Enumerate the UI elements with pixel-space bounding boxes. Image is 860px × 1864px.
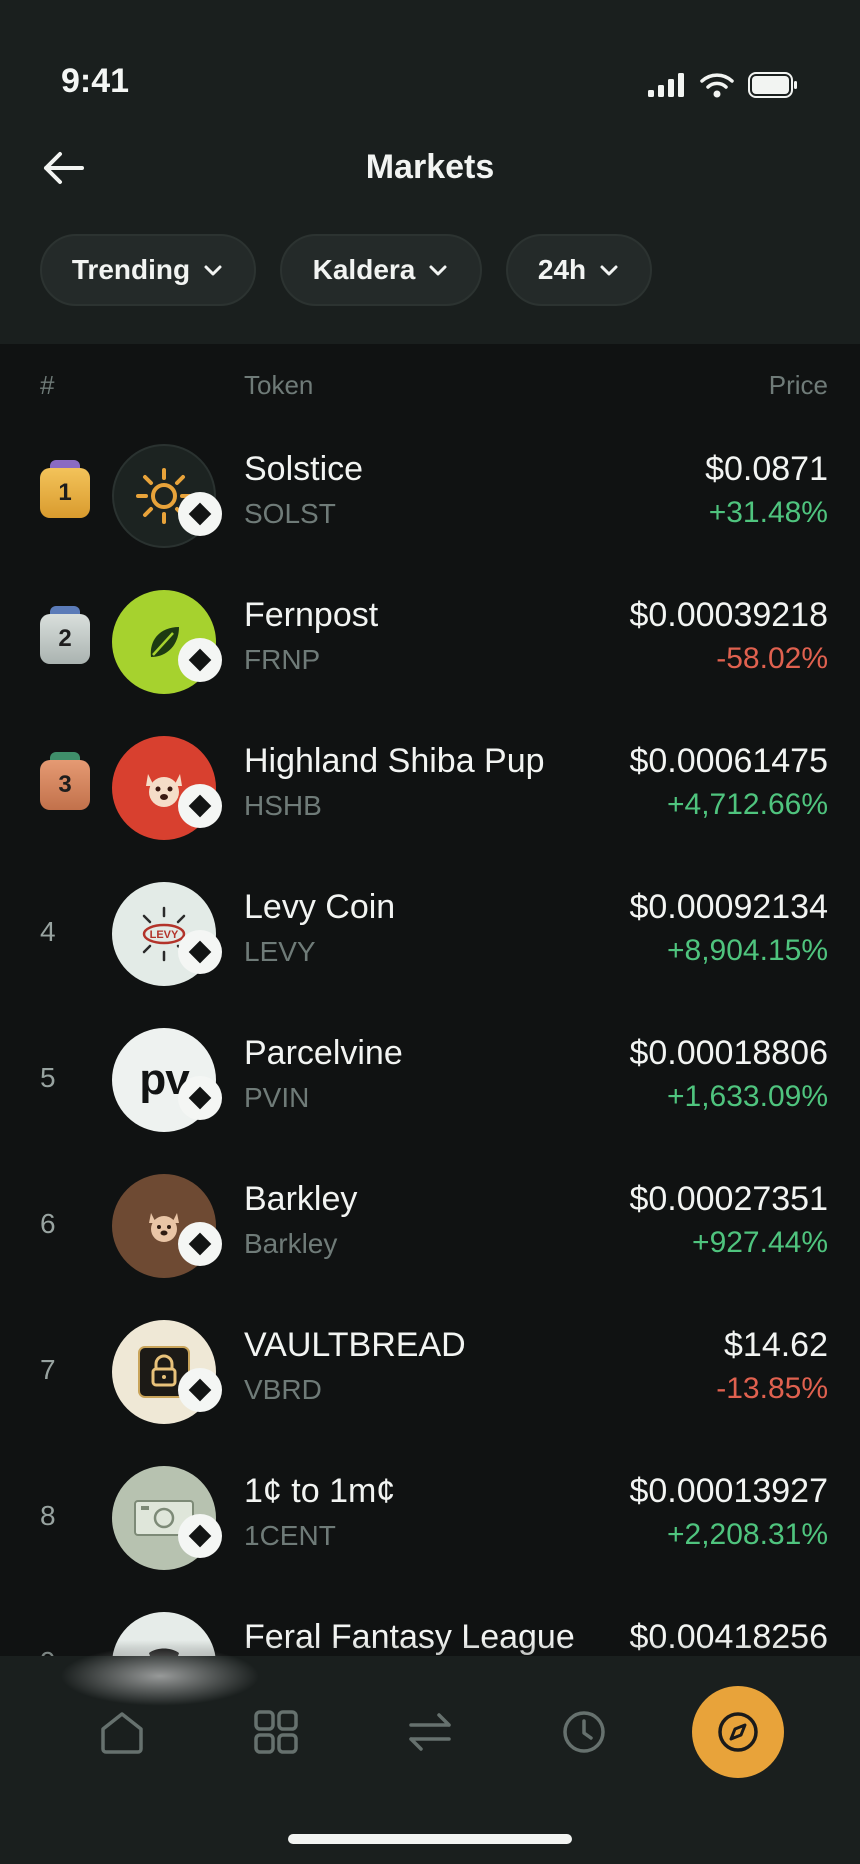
filter-timeframe[interactable]: 24h bbox=[506, 234, 652, 306]
token-change: +927.44% bbox=[692, 1226, 828, 1259]
home-icon bbox=[101, 1712, 143, 1754]
token-row-1cent[interactable]: 8 1¢ to 1m¢ 1CENT $0.00013927 +2,208.31% bbox=[0, 1446, 860, 1592]
token-price: $0.00061475 bbox=[629, 742, 828, 780]
token-symbol: Barkley bbox=[244, 1228, 338, 1259]
nav-history[interactable] bbox=[554, 1702, 614, 1762]
home-indicator bbox=[288, 1834, 572, 1844]
bottom-nav bbox=[0, 1646, 860, 1864]
token-symbol: HSHB bbox=[244, 790, 322, 821]
token-name: Parcelvine bbox=[244, 1034, 403, 1072]
token-price: $0.00027351 bbox=[629, 1180, 828, 1218]
svg-text:LEVY: LEVY bbox=[150, 929, 179, 941]
token-change: -13.85% bbox=[716, 1372, 828, 1405]
token-symbol: PVIN bbox=[244, 1082, 310, 1113]
token-change: +8,904.15% bbox=[667, 934, 828, 967]
token-price: $0.00092134 bbox=[629, 888, 828, 926]
chain-badge-icon bbox=[178, 784, 222, 828]
token-price: $0.00018806 bbox=[629, 1034, 828, 1072]
token-change: +31.48% bbox=[708, 496, 828, 529]
token-row-highland-shiba-pup[interactable]: 3 Highland Shiba Pup HSHB $0.00061475 +4… bbox=[0, 716, 860, 862]
chevron-down-icon bbox=[600, 265, 618, 276]
token-symbol: VBRD bbox=[244, 1374, 322, 1405]
rank-badge-silver: 2 bbox=[40, 606, 90, 664]
token-name: Highland Shiba Pup bbox=[244, 742, 545, 780]
token-row-vaultbread[interactable]: 7 VAULTBREAD VBRD $14.62 -13.85% bbox=[0, 1300, 860, 1446]
chevron-down-icon bbox=[429, 265, 447, 276]
chain-badge-icon bbox=[178, 1514, 222, 1558]
status-icons bbox=[648, 72, 798, 98]
battery-icon bbox=[748, 72, 797, 98]
wifi-icon bbox=[700, 73, 734, 98]
filter-network[interactable]: Kaldera bbox=[280, 234, 482, 306]
token-name: Barkley bbox=[244, 1180, 358, 1218]
token-change: +4,712.66% bbox=[667, 788, 828, 821]
chain-badge-icon bbox=[178, 492, 222, 536]
token-change: -58.02% bbox=[716, 642, 828, 675]
page-title: Markets bbox=[365, 148, 495, 186]
token-name: Levy Coin bbox=[244, 888, 396, 926]
nav-apps[interactable] bbox=[246, 1702, 306, 1762]
chain-badge-icon bbox=[178, 1222, 222, 1266]
swap-arrows-icon bbox=[409, 1713, 451, 1751]
filter-label: Kaldera bbox=[312, 254, 416, 285]
token-price: $14.62 bbox=[724, 1326, 828, 1364]
token-name: Fernpost bbox=[244, 596, 379, 634]
rank-number: 4 bbox=[40, 916, 56, 947]
chain-badge-icon bbox=[178, 1368, 222, 1412]
grid-icon bbox=[254, 1710, 298, 1754]
column-header-rank: # bbox=[40, 370, 55, 400]
nav-glow bbox=[60, 1646, 260, 1706]
signal-icon bbox=[648, 73, 684, 97]
token-price: $0.0871 bbox=[705, 450, 828, 488]
token-symbol: SOLST bbox=[244, 498, 336, 529]
compass-icon bbox=[718, 1712, 758, 1752]
token-name: VAULTBREAD bbox=[244, 1326, 466, 1364]
status-time: 9:41 bbox=[61, 62, 130, 100]
filter-label: Trending bbox=[71, 254, 191, 285]
nav-swap[interactable] bbox=[400, 1702, 460, 1762]
token-row-barkley[interactable]: 6 Barkley Barkley $0.00027351 +927.44% bbox=[0, 1154, 860, 1300]
token-row-levy-coin[interactable]: 4 LEVY Levy Coin LEVY $0.00092134 +8,904… bbox=[0, 862, 860, 1008]
token-symbol: FRNP bbox=[244, 644, 321, 675]
rank-badge-gold: 1 bbox=[40, 460, 90, 518]
rank-number: 8 bbox=[40, 1500, 56, 1531]
header: 9:41 Markets Trending Kaldera 24h bbox=[0, 0, 860, 344]
nav-home[interactable] bbox=[92, 1702, 152, 1762]
nav-explore[interactable] bbox=[692, 1686, 784, 1778]
filter-label: 24h bbox=[537, 254, 587, 285]
token-price: $0.00039218 bbox=[629, 596, 828, 634]
token-row-parcelvine[interactable]: 5 pv Parcelvine PVIN $0.00018806 +1,633.… bbox=[0, 1008, 860, 1154]
clock-icon bbox=[563, 1711, 605, 1753]
rank-badge-bronze: 3 bbox=[40, 752, 90, 810]
token-change: +2,208.31% bbox=[667, 1518, 828, 1551]
token-symbol: LEVY bbox=[244, 936, 316, 967]
token-name: Solstice bbox=[244, 450, 364, 488]
filter-trending[interactable]: Trending bbox=[40, 234, 256, 306]
token-change: +1,633.09% bbox=[667, 1080, 828, 1113]
chain-badge-icon bbox=[178, 638, 222, 682]
rank-number: 5 bbox=[40, 1062, 56, 1093]
token-row-solstice[interactable]: 1 Solstice SOLST $0.0871 +31.48% bbox=[0, 424, 860, 570]
token-price: $0.00013927 bbox=[629, 1472, 828, 1510]
rank-number: 6 bbox=[40, 1208, 56, 1239]
token-name: 1¢ to 1m¢ bbox=[244, 1472, 396, 1510]
column-header-price[interactable]: Price bbox=[769, 370, 828, 401]
chain-badge-icon bbox=[178, 930, 222, 974]
chain-badge-icon bbox=[178, 1076, 222, 1120]
token-row-fernpost[interactable]: 2 Fernpost FRNP $0.00039218 -58.02% bbox=[0, 570, 860, 716]
chevron-down-icon bbox=[204, 265, 222, 276]
token-symbol: 1CENT bbox=[244, 1520, 336, 1551]
column-header-token: Token bbox=[244, 370, 314, 400]
rank-number: 7 bbox=[40, 1354, 56, 1385]
